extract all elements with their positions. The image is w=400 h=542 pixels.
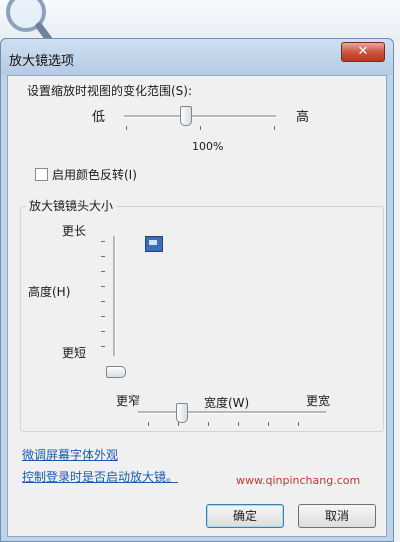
zoom-slider-tick xyxy=(126,126,127,130)
invert-colors-checkbox[interactable] xyxy=(35,168,48,181)
width-slider-tick xyxy=(298,422,299,426)
height-slider-tick xyxy=(101,256,105,257)
taller-label: 更长 xyxy=(62,224,87,238)
cancel-button[interactable]: 取消 xyxy=(298,504,376,528)
dialog-content: 设置缩放时视图的变化范围(S): 低 高 100% 启用颜色反转(I) 放大镜镜… xyxy=(7,75,387,537)
zoom-low-label: 低 xyxy=(92,110,106,125)
wider-label: 更宽 xyxy=(306,394,331,408)
invert-colors-label[interactable]: 启用颜色反转(I) xyxy=(52,166,137,183)
lens-size-group-title: 放大镜镜头大小 xyxy=(26,197,117,214)
zoom-range-label: 设置缩放时视图的变化范围(S): xyxy=(27,84,193,98)
zoom-slider-thumb[interactable] xyxy=(180,106,192,126)
zoom-value: 100% xyxy=(192,140,224,153)
height-slider-tick xyxy=(101,301,105,302)
lens-preview-icon xyxy=(145,236,163,252)
width-slider-tick xyxy=(208,422,209,426)
zoom-slider-tick xyxy=(274,126,275,130)
height-slider-tick xyxy=(101,286,105,287)
height-slider-tick xyxy=(101,241,105,242)
startup-control-link[interactable]: 控制登录时是否启动放大镜。 xyxy=(22,468,178,485)
magnifier-options-dialog: 放大镜选项 ✕ 设置缩放时视图的变化范围(S): 低 高 100% 启用颜色反转… xyxy=(0,38,394,542)
watermark-text: www.qinpinchang.com xyxy=(236,474,361,487)
tune-font-link[interactable]: 微调屏幕字体外观 xyxy=(22,446,118,463)
height-slider-tick xyxy=(101,346,105,347)
narrower-label: 更窄 xyxy=(116,394,141,408)
height-slider-thumb[interactable] xyxy=(106,366,126,378)
dialog-title: 放大镜选项 xyxy=(9,54,75,69)
shorter-label: 更短 xyxy=(62,346,87,360)
width-slider-tick xyxy=(238,422,239,426)
zoom-high-label: 高 xyxy=(296,110,310,125)
ok-button[interactable]: 确定 xyxy=(206,504,284,528)
width-slider-track[interactable] xyxy=(138,411,326,414)
height-label: 高度(H) xyxy=(28,285,71,299)
width-slider-tick xyxy=(268,422,269,426)
width-slider-thumb[interactable] xyxy=(176,403,188,423)
title-bar[interactable]: 放大镜选项 ✕ xyxy=(1,39,393,75)
zoom-slider-tick xyxy=(200,126,201,130)
zoom-slider-track[interactable] xyxy=(124,115,276,118)
height-slider-tick xyxy=(101,271,105,272)
width-slider-tick xyxy=(148,422,149,426)
height-slider-tick xyxy=(101,331,105,332)
width-label: 宽度(W) xyxy=(204,396,250,410)
height-slider-tick xyxy=(101,316,105,317)
close-button[interactable]: ✕ xyxy=(341,42,385,62)
height-slider-track[interactable] xyxy=(113,236,116,356)
